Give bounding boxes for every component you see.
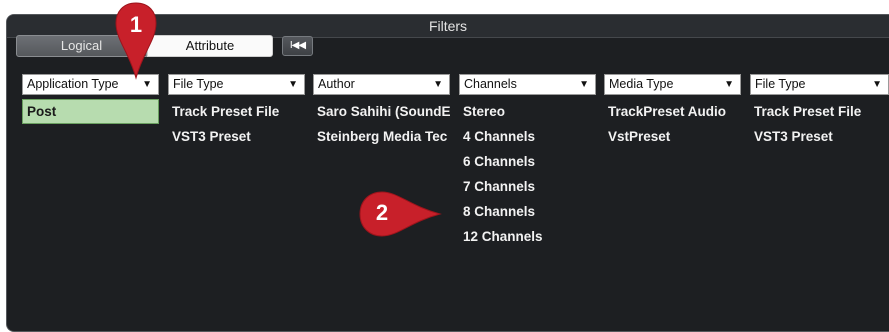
dropdown-label: Application Type xyxy=(27,77,119,91)
reset-filters-button[interactable]: I◀◀ xyxy=(282,36,313,56)
dropdown-label: Author xyxy=(318,77,355,91)
list-item[interactable]: Steinberg Media Tec xyxy=(313,124,450,149)
dropdown-arrow-icon: ▼ xyxy=(288,79,298,90)
list-item[interactable]: 12 Channels xyxy=(459,224,596,249)
dropdown-arrow-icon: ▼ xyxy=(433,79,443,90)
skip-to-start-icon: I◀◀ xyxy=(289,40,306,51)
dropdown-arrow-icon: ▼ xyxy=(724,79,734,90)
list-item[interactable]: Track Preset File xyxy=(750,99,889,124)
list-item[interactable]: Saro Sahihi (SoundE xyxy=(313,99,450,124)
author-dropdown[interactable]: Author ▼ xyxy=(313,74,450,95)
file-type-dropdown-2[interactable]: File Type ▼ xyxy=(750,74,889,95)
list-item[interactable]: VST3 Preset xyxy=(168,124,305,149)
list-item[interactable]: 7 Channels xyxy=(459,174,596,199)
list-item-selected[interactable]: Post xyxy=(22,99,159,124)
filter-column-author: Author ▼ Saro Sahihi (SoundE Steinberg M… xyxy=(313,74,450,149)
filter-column-file-type-2: File Type ▼ Track Preset File VST3 Prese… xyxy=(750,74,889,149)
list-item[interactable]: VST3 Preset xyxy=(750,124,889,149)
dropdown-arrow-icon: ▼ xyxy=(579,79,589,90)
list-item[interactable]: 4 Channels xyxy=(459,124,596,149)
list-item[interactable]: VstPreset xyxy=(604,124,741,149)
dropdown-label: Media Type xyxy=(609,77,674,91)
list-item[interactable]: Track Preset File xyxy=(168,99,305,124)
filter-column-media-type: Media Type ▼ TrackPreset Audio VstPreset xyxy=(604,74,741,149)
channels-dropdown[interactable]: Channels ▼ xyxy=(459,74,596,95)
filter-column-channels: Channels ▼ Stereo 4 Channels 6 Channels … xyxy=(459,74,596,249)
media-type-dropdown[interactable]: Media Type ▼ xyxy=(604,74,741,95)
dropdown-label: Channels xyxy=(464,77,517,91)
list-item[interactable]: Stereo xyxy=(459,99,596,124)
list-item[interactable]: TrackPreset Audio xyxy=(604,99,741,124)
callout-2-number: 2 xyxy=(375,200,389,225)
list-item[interactable]: 8 Channels xyxy=(459,199,596,224)
filter-column-file-type: File Type ▼ Track Preset File VST3 Prese… xyxy=(168,74,305,149)
dropdown-label: File Type xyxy=(755,77,806,91)
attribute-tab-button[interactable]: Attribute xyxy=(147,35,273,57)
callout-1-number: 1 xyxy=(129,12,143,37)
filter-column-application-type: Application Type ▼ Post xyxy=(22,74,159,124)
dropdown-label: File Type xyxy=(173,77,224,91)
dropdown-arrow-icon: ▼ xyxy=(872,79,882,90)
list-item[interactable]: 6 Channels xyxy=(459,149,596,174)
file-type-dropdown[interactable]: File Type ▼ xyxy=(168,74,305,95)
